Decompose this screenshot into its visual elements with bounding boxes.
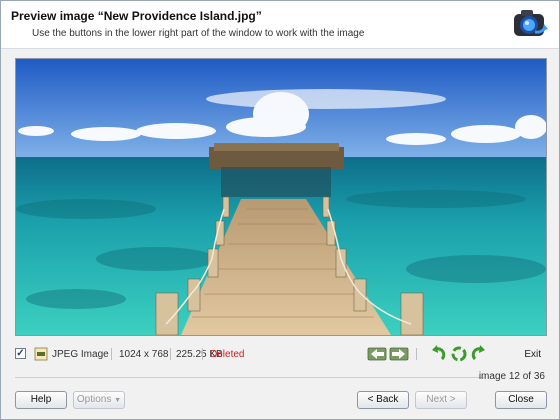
exit-button[interactable]: Exit xyxy=(524,349,541,360)
wizard-window: Preview image “New Providence Island.jpg… xyxy=(0,0,560,420)
image-dimensions: 1024 x 768 xyxy=(119,349,169,360)
camera-recover-icon xyxy=(514,10,548,36)
rotate-left-button[interactable] xyxy=(429,345,447,363)
rotate-right-button[interactable] xyxy=(470,345,488,363)
chevron-down-icon: ▼ xyxy=(114,397,122,404)
select-image-checkbox[interactable]: ✓ xyxy=(15,348,26,359)
options-label: Options xyxy=(76,394,112,405)
divider xyxy=(111,348,112,360)
divider xyxy=(416,348,417,360)
close-button[interactable]: Close xyxy=(495,391,547,409)
file-type-label: JPEG Image xyxy=(52,349,109,360)
recycle-icon xyxy=(451,346,467,362)
file-status: Deleted xyxy=(210,349,245,360)
page-subtitle: Use the buttons in the lower right part … xyxy=(32,28,365,39)
header: Preview image “New Providence Island.jpg… xyxy=(1,1,559,49)
divider xyxy=(170,348,171,360)
divider xyxy=(15,377,485,378)
page-title: Preview image “New Providence Island.jpg… xyxy=(11,9,262,23)
help-button[interactable]: Help xyxy=(15,391,67,409)
divider xyxy=(202,348,203,360)
image-info-row: ✓ JPEG Image 1024 x 768 225.25 KB Delete… xyxy=(15,345,547,363)
next-button[interactable]: Next > xyxy=(415,391,467,409)
prev-image-button[interactable] xyxy=(367,345,387,363)
next-image-button[interactable] xyxy=(389,345,409,363)
jpeg-file-icon xyxy=(34,347,48,361)
image-preview xyxy=(15,58,547,336)
page-counter: image 12 of 36 xyxy=(478,371,545,382)
back-button[interactable]: < Back xyxy=(357,391,409,409)
rotate-center-button[interactable] xyxy=(450,345,468,363)
photo-pier-beach xyxy=(16,59,546,335)
options-button[interactable]: Options ▼ xyxy=(73,391,125,409)
